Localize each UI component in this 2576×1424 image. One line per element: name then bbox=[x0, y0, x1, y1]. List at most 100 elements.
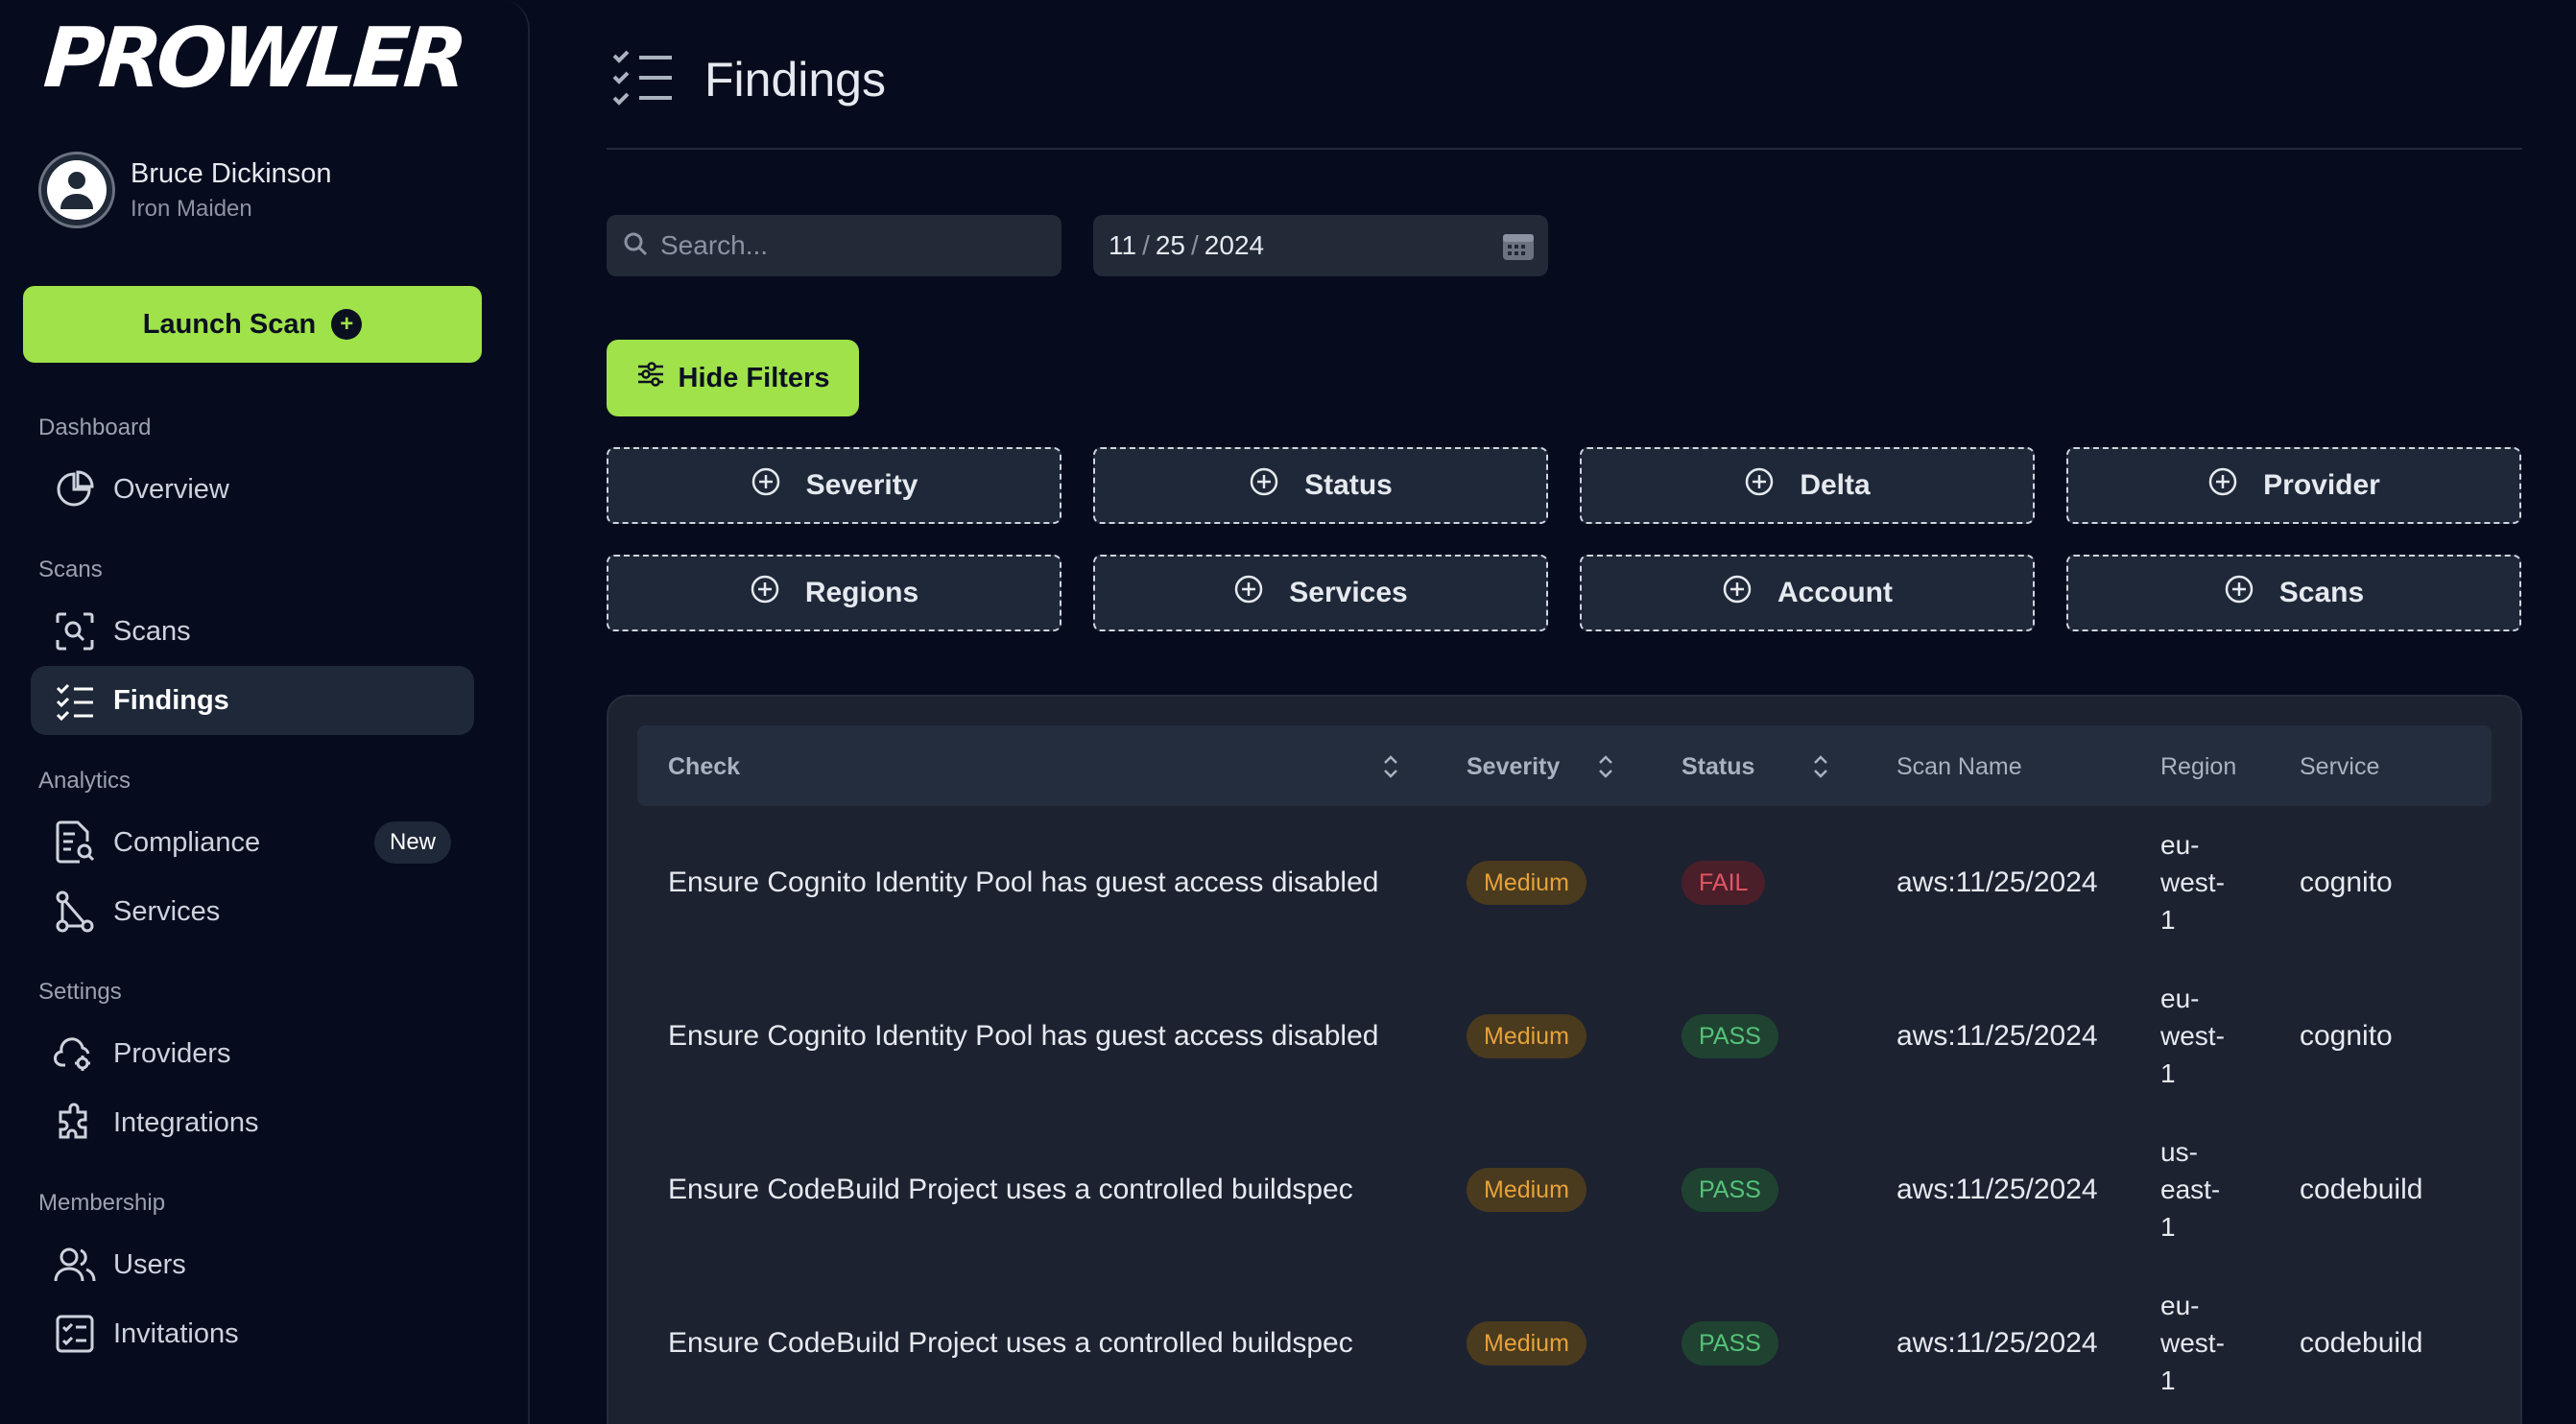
region-cell: eu-west- 1 bbox=[2160, 1291, 2225, 1395]
search-input[interactable] bbox=[660, 230, 1044, 261]
sidebar-item-label: Overview bbox=[113, 473, 229, 505]
sort-icon[interactable] bbox=[1810, 752, 1831, 786]
sidebar-item-label: Integrations bbox=[113, 1106, 259, 1138]
user-name: Bruce Dickinson bbox=[131, 157, 332, 189]
filter-label: Provider bbox=[2263, 469, 2380, 501]
launch-scan-button[interactable]: Launch Scan + bbox=[23, 286, 482, 363]
filter-status[interactable]: Status bbox=[1093, 447, 1548, 524]
cloud-cog-icon bbox=[54, 1032, 96, 1075]
sort-icon[interactable] bbox=[1380, 752, 1401, 786]
nav-section-membership: Membership bbox=[38, 1190, 166, 1216]
launch-scan-label: Launch Scan bbox=[142, 308, 317, 340]
filter-label: Status bbox=[1304, 469, 1393, 501]
filter-account[interactable]: Account bbox=[1580, 555, 2035, 631]
scan-name-cell: aws:11/25/2024 bbox=[1896, 1174, 2098, 1205]
date-month[interactable]: 11 bbox=[1109, 230, 1136, 261]
sort-icon[interactable] bbox=[1595, 752, 1616, 786]
sidebar-item-label: Providers bbox=[113, 1037, 231, 1069]
sidebar-item-invitations[interactable]: Invitations bbox=[31, 1299, 474, 1368]
status-badge: PASS bbox=[1682, 1321, 1778, 1365]
column-header-check[interactable]: Check bbox=[668, 753, 740, 781]
date-picker[interactable]: 11/25/2024 bbox=[1093, 215, 1548, 276]
date-year[interactable]: 2024 bbox=[1205, 230, 1264, 261]
date-separator: / bbox=[1191, 230, 1199, 260]
filter-label: Regions bbox=[804, 577, 919, 608]
prowler-logo[interactable]: PROWLER bbox=[41, 11, 465, 107]
nav-section-scans: Scans bbox=[38, 557, 103, 582]
sidebar-item-scans[interactable]: Scans bbox=[31, 597, 474, 666]
date-day[interactable]: 25 bbox=[1156, 230, 1185, 261]
sidebar-item-label: Users bbox=[113, 1248, 186, 1280]
scan-name-cell: aws:11/25/2024 bbox=[1896, 866, 2098, 898]
service-cell: cognito bbox=[2300, 866, 2393, 898]
service-cell: codebuild bbox=[2300, 1174, 2423, 1205]
check-cell: Ensure Cognito Identity Pool has guest a… bbox=[668, 1020, 1379, 1052]
plus-circle-icon bbox=[2207, 466, 2238, 505]
list-checks-icon bbox=[54, 679, 96, 722]
filter-scans[interactable]: Scans bbox=[2066, 555, 2521, 631]
hide-filters-label: Hide Filters bbox=[678, 362, 830, 393]
git-branch-icon bbox=[54, 890, 96, 933]
sidebar-item-label: Services bbox=[113, 895, 221, 927]
region-cell: eu-west- 1 bbox=[2160, 830, 2225, 935]
sidebar-item-users[interactable]: Users bbox=[31, 1230, 474, 1299]
plus-circle-icon bbox=[1744, 466, 1775, 505]
severity-badge: Medium bbox=[1467, 861, 1586, 905]
page-title: Findings bbox=[704, 52, 886, 107]
status-badge: PASS bbox=[1682, 1168, 1778, 1212]
status-badge: PASS bbox=[1682, 1014, 1778, 1058]
plus-circle-icon bbox=[1233, 574, 1264, 612]
search-icon bbox=[622, 230, 649, 262]
filter-label: Delta bbox=[1800, 469, 1871, 501]
service-cell: cognito bbox=[2300, 1020, 2393, 1052]
sidebar-item-services[interactable]: Services bbox=[31, 877, 474, 946]
filter-severity[interactable]: Severity bbox=[607, 447, 1061, 524]
sidebar-item-integrations[interactable]: Integrations bbox=[31, 1088, 474, 1157]
checklist-icon bbox=[54, 1313, 96, 1355]
header-divider bbox=[607, 148, 2522, 150]
severity-badge: Medium bbox=[1467, 1014, 1586, 1058]
column-header-service: Service bbox=[2300, 753, 2380, 780]
service-cell: codebuild bbox=[2300, 1327, 2423, 1359]
sidebar: PROWLER Bruce Dickinson Iron Maiden Laun… bbox=[0, 0, 530, 1424]
column-header-severity[interactable]: Severity bbox=[1467, 753, 1560, 781]
filter-delta[interactable]: Delta bbox=[1580, 447, 2035, 524]
sidebar-item-label: Scans bbox=[113, 615, 191, 647]
plus-circle-icon bbox=[1722, 574, 1753, 612]
search-field[interactable] bbox=[607, 215, 1061, 276]
column-header-status[interactable]: Status bbox=[1682, 753, 1754, 781]
column-header-region: Region bbox=[2160, 753, 2237, 780]
filter-provider[interactable]: Provider bbox=[2066, 447, 2521, 524]
filter-services[interactable]: Services bbox=[1093, 555, 1548, 631]
plus-circle-icon: + bbox=[331, 309, 363, 340]
check-cell: Ensure CodeBuild Project uses a controll… bbox=[668, 1174, 1353, 1205]
filter-label: Account bbox=[1777, 577, 1893, 608]
avatar bbox=[38, 152, 115, 228]
scan-name-cell: aws:11/25/2024 bbox=[1896, 1020, 2098, 1052]
scan-name-cell: aws:11/25/2024 bbox=[1896, 1327, 2098, 1359]
filter-label: Services bbox=[1289, 577, 1408, 608]
status-badge: FAIL bbox=[1682, 861, 1766, 905]
page-header: Findings bbox=[610, 48, 886, 110]
new-badge: New bbox=[373, 821, 451, 864]
plus-circle-icon bbox=[2224, 574, 2254, 612]
sidebar-item-label: Invitations bbox=[113, 1317, 239, 1349]
calendar-icon[interactable] bbox=[1502, 230, 1535, 268]
scan-search-icon bbox=[54, 610, 96, 653]
sidebar-item-compliance[interactable]: Compliance New bbox=[31, 808, 474, 877]
nav-section-analytics: Analytics bbox=[38, 768, 131, 794]
filter-label: Scans bbox=[2278, 577, 2365, 608]
sidebar-item-providers[interactable]: Providers bbox=[31, 1019, 474, 1088]
document-search-icon bbox=[54, 820, 96, 864]
plus-circle-icon bbox=[751, 466, 781, 505]
sidebar-item-overview[interactable]: Overview bbox=[31, 455, 474, 524]
sidebar-item-findings[interactable]: Findings bbox=[31, 666, 474, 735]
severity-badge: Medium bbox=[1467, 1321, 1586, 1365]
puzzle-icon bbox=[54, 1102, 96, 1144]
hide-filters-button[interactable]: Hide Filters bbox=[607, 340, 859, 416]
pie-chart-icon bbox=[54, 468, 96, 510]
filter-regions[interactable]: Regions bbox=[607, 555, 1061, 631]
region-cell: eu-west- 1 bbox=[2160, 984, 2225, 1088]
user-profile[interactable]: Bruce Dickinson Iron Maiden bbox=[38, 152, 332, 228]
sliders-icon bbox=[636, 361, 665, 395]
